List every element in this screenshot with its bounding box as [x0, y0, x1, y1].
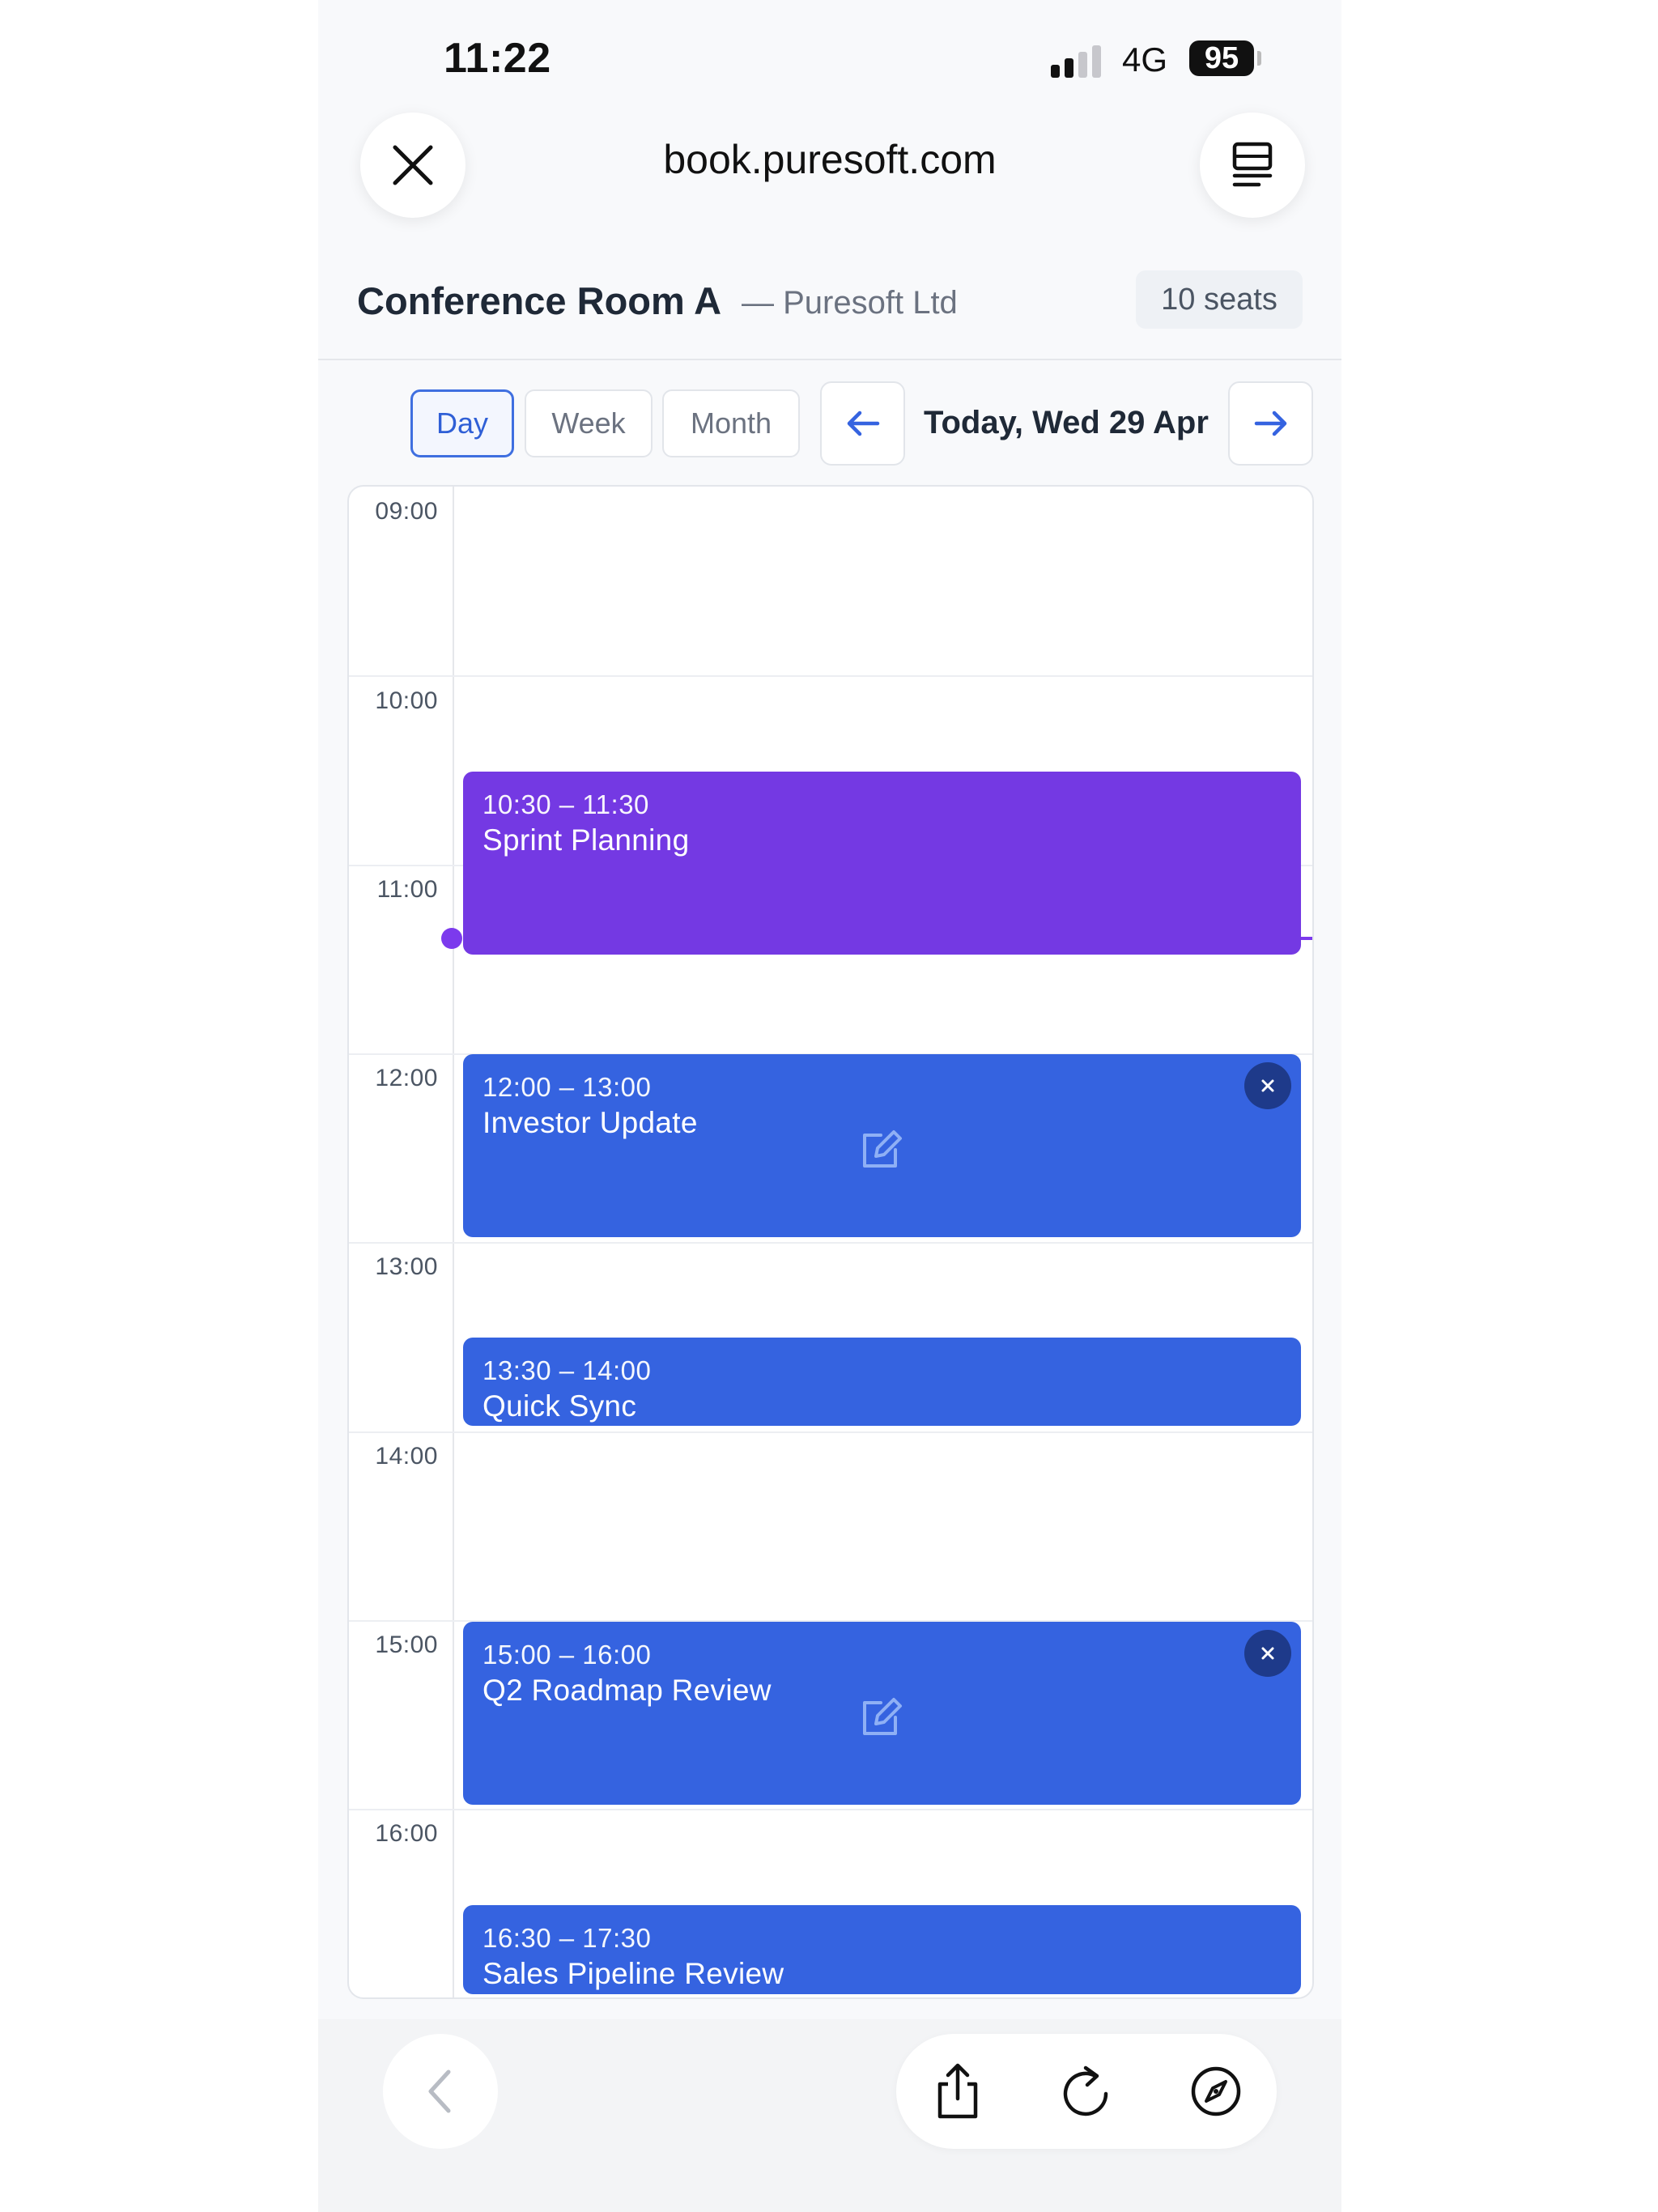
event-time: 12:00 – 13:00 — [483, 1072, 652, 1102]
delete-event-button[interactable] — [1244, 1062, 1291, 1109]
view-week-button[interactable]: Week — [525, 389, 653, 457]
hour-label: 11:00 — [376, 876, 438, 903]
event-q2-roadmap-review[interactable]: 15:00 – 16:00 Q2 Roadmap Review — [463, 1622, 1301, 1805]
room-name: Conference Room A — [357, 279, 722, 322]
hour-label: 15:00 — [375, 1631, 438, 1658]
battery-tip — [1257, 51, 1261, 66]
view-month-button[interactable]: Month — [662, 389, 800, 457]
close-icon — [1261, 1079, 1274, 1092]
event-time: 13:30 – 14:00 — [483, 1355, 652, 1385]
hour-line — [349, 1809, 1312, 1810]
hour-line — [349, 675, 1312, 677]
hour-label: 12:00 — [375, 1065, 438, 1091]
room-org: — Puresoft Ltd — [742, 285, 958, 321]
hour-line — [349, 1431, 1312, 1433]
header-divider — [318, 359, 1341, 360]
event-sprint-planning[interactable]: 10:30 – 11:30 Sprint Planning — [463, 772, 1301, 955]
hour-line — [349, 1242, 1312, 1244]
arrow-right-icon — [1254, 410, 1286, 436]
share-icon — [937, 2063, 978, 2119]
close-icon — [1261, 1647, 1274, 1660]
compass-icon — [1191, 2066, 1241, 2116]
reload-button[interactable] — [1053, 2059, 1118, 2124]
event-investor-update[interactable]: 12:00 – 13:00 Investor Update — [463, 1054, 1301, 1237]
day-calendar[interactable]: 09:00 10:00 11:00 12:00 13:00 14:00 15:0… — [347, 485, 1314, 1999]
current-date-label: Today, Wed 29 Apr — [924, 405, 1209, 440]
edit-icon[interactable] — [857, 1693, 905, 1742]
hour-label: 13:00 — [375, 1253, 438, 1280]
hour-label: 16:00 — [375, 1820, 438, 1847]
event-title: Sprint Planning — [483, 823, 690, 857]
current-time-line — [1301, 937, 1312, 940]
event-time: 16:30 – 17:30 — [483, 1923, 652, 1953]
signal-icon — [1051, 44, 1107, 78]
event-time: 15:00 – 16:00 — [483, 1640, 652, 1670]
chevron-left-icon — [428, 2069, 451, 2113]
arrow-left-icon — [847, 410, 879, 436]
prev-day-button[interactable] — [820, 381, 905, 466]
current-time-dot — [441, 928, 462, 949]
hour-label: 09:00 — [375, 498, 438, 525]
event-title: Quick Sync — [483, 1389, 637, 1423]
seats-badge: 10 seats — [1136, 270, 1303, 329]
hour-label: 10:00 — [375, 687, 438, 714]
phone-screen: 11:22 4G 95 book.puresoft.com Conference… — [318, 0, 1341, 2212]
hour-label: 14:00 — [375, 1443, 438, 1470]
reader-icon — [1232, 142, 1273, 187]
event-time: 10:30 – 11:30 — [483, 789, 649, 819]
status-time: 11:22 — [444, 35, 551, 82]
network-label: 4G — [1122, 40, 1168, 79]
reload-icon — [1063, 2065, 1108, 2116]
compass-button[interactable] — [1184, 2059, 1248, 2124]
event-title: Sales Pipeline Review — [483, 1957, 784, 1990]
battery-indicator: 95 — [1189, 40, 1254, 76]
back-button[interactable] — [383, 2034, 498, 2149]
edit-icon[interactable] — [857, 1125, 905, 1174]
event-quick-sync[interactable]: 13:30 – 14:00 Quick Sync — [463, 1338, 1301, 1426]
next-day-button[interactable] — [1228, 381, 1313, 466]
delete-event-button[interactable] — [1244, 1630, 1291, 1677]
share-button[interactable] — [925, 2059, 990, 2124]
event-sales-pipeline-review[interactable]: 16:30 – 17:30 Sales Pipeline Review — [463, 1905, 1301, 1994]
browser-tools — [896, 2034, 1277, 2149]
reader-button[interactable] — [1200, 113, 1305, 218]
view-day-button[interactable]: Day — [410, 389, 514, 457]
url-label[interactable]: book.puresoft.com — [318, 136, 1341, 183]
